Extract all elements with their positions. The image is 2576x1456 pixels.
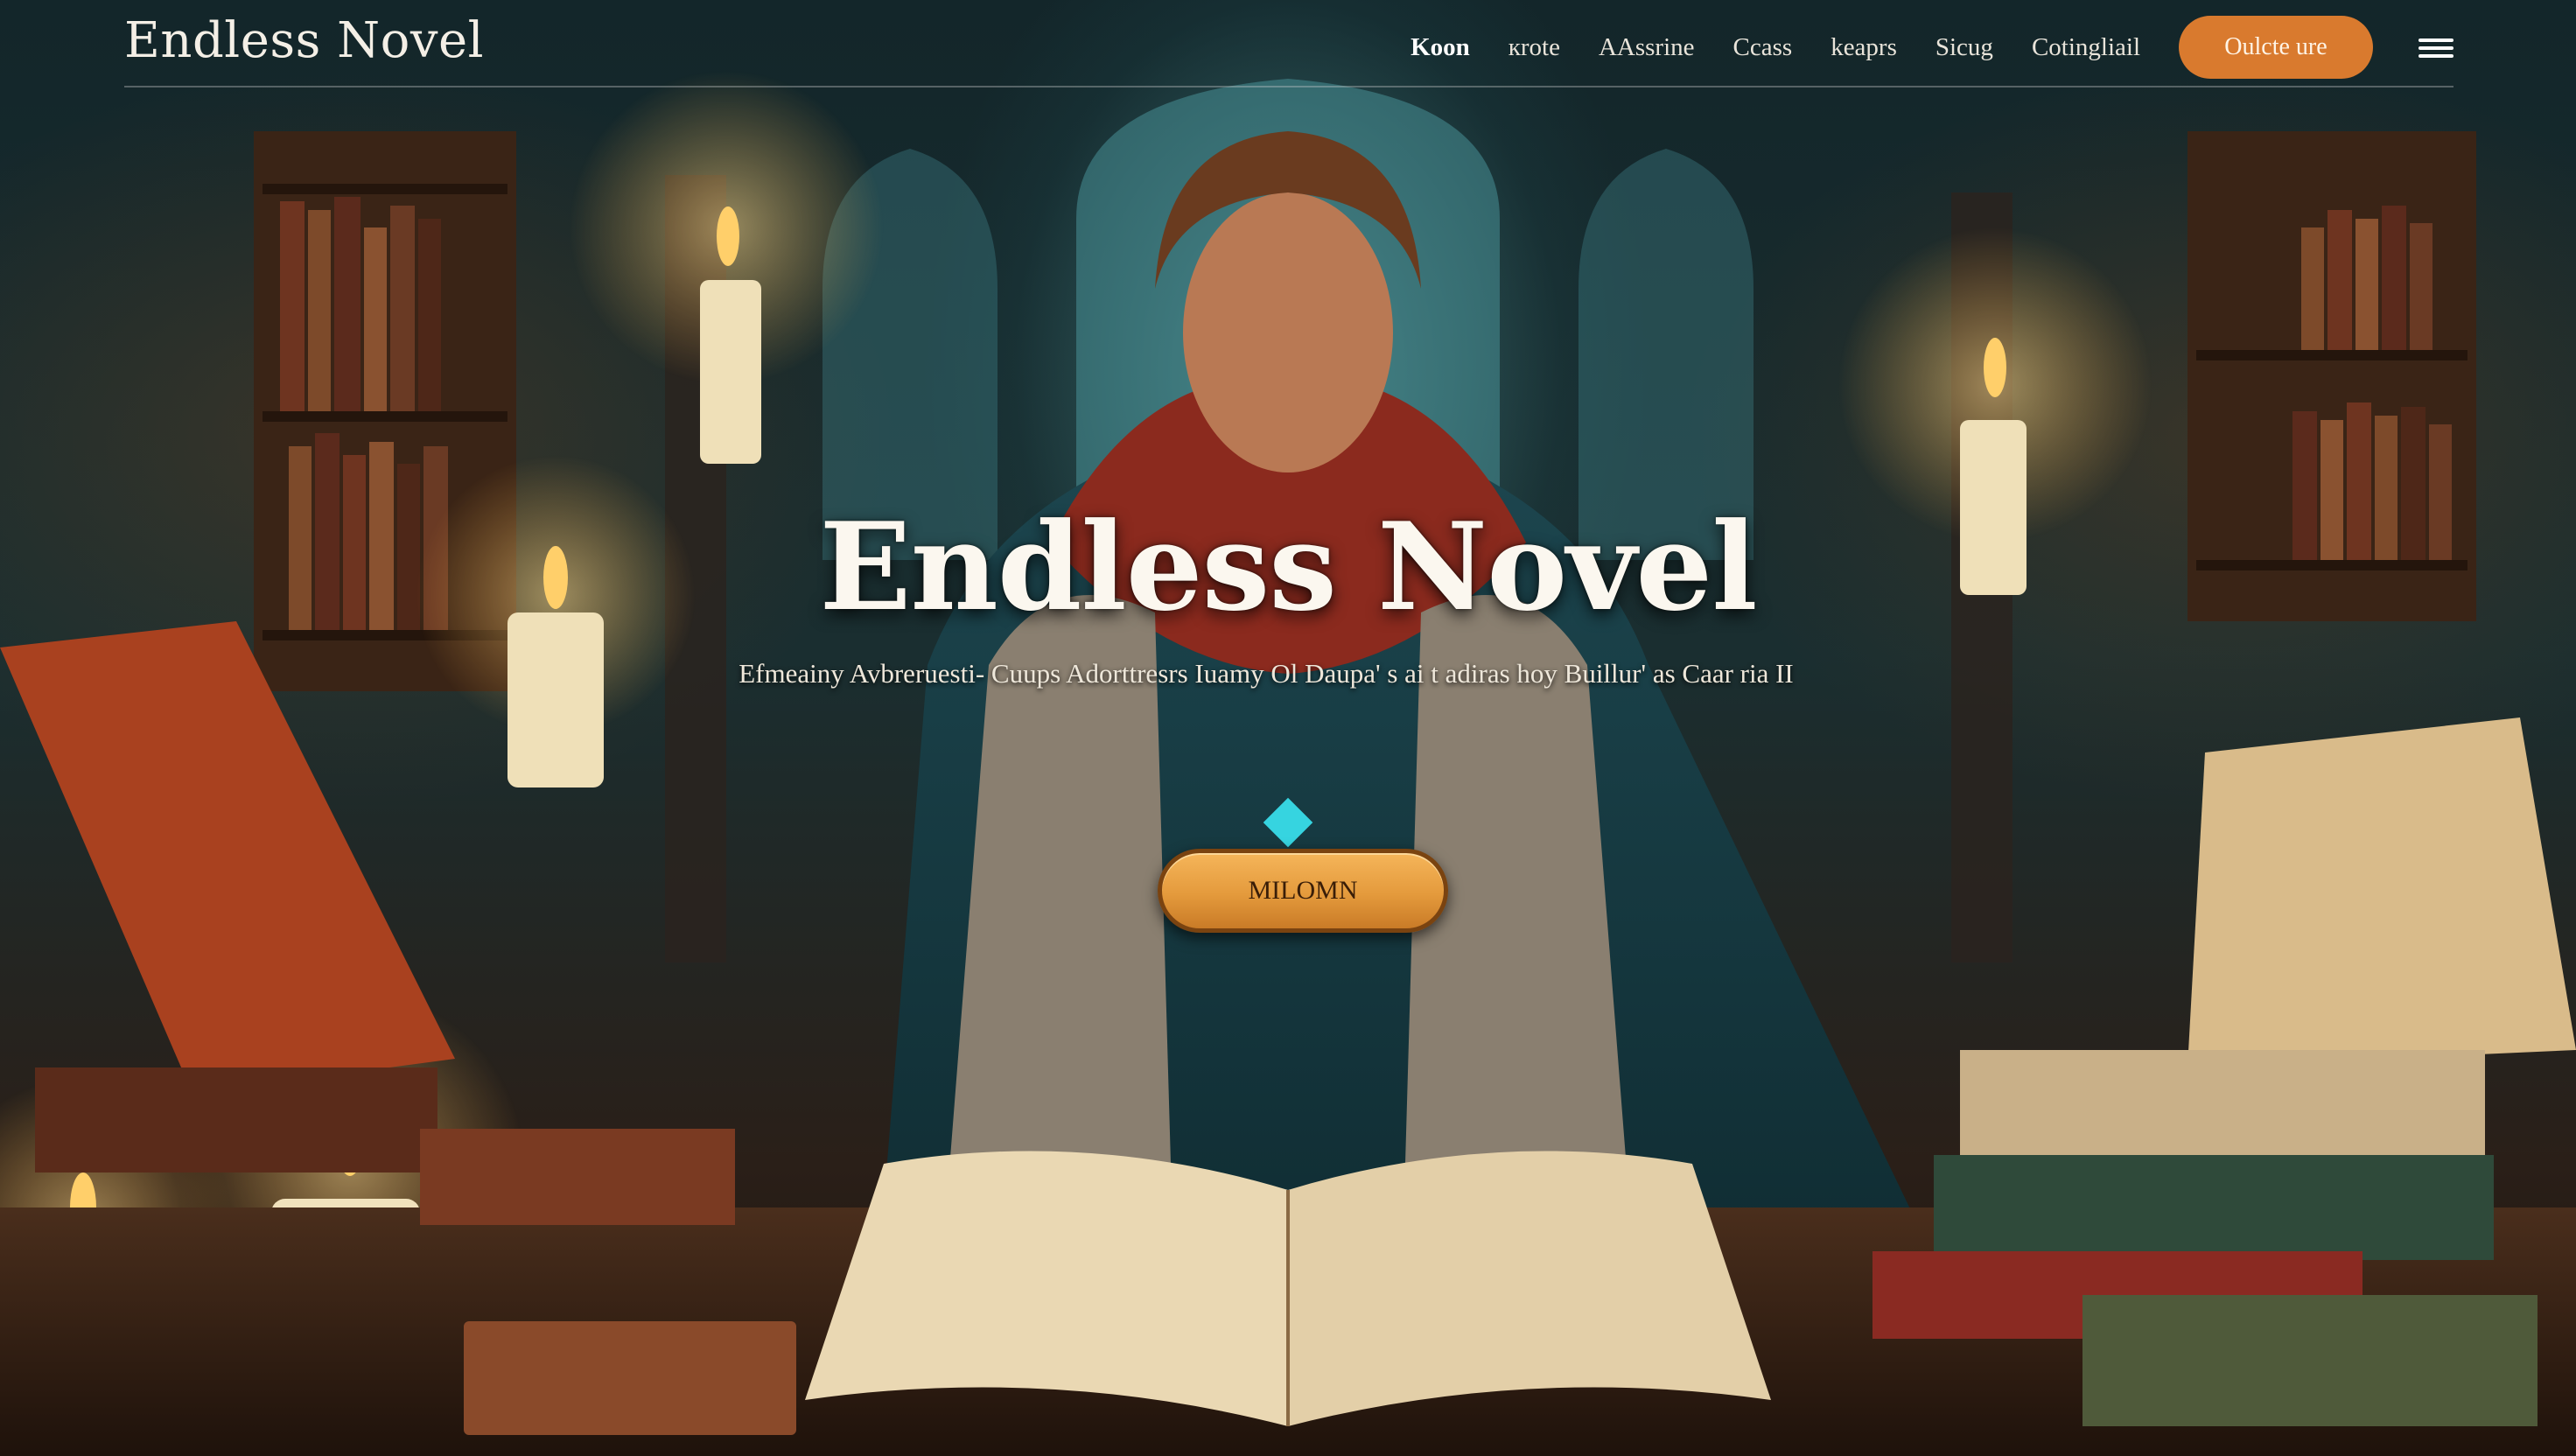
hero-subtitle: Efmeainy Avbreruesti- Cuups Adorttresrs … bbox=[738, 658, 1794, 689]
landing-page: Endless Novel Koon кrote AAssrine Ccass … bbox=[0, 0, 2576, 1456]
nav-item-sicug[interactable]: Sicug bbox=[1936, 33, 1993, 62]
hero-title: Endless Novel bbox=[819, 495, 1757, 638]
open-book bbox=[805, 1151, 1771, 1426]
nav-item-keaprs[interactable]: keaprs bbox=[1830, 33, 1897, 62]
site-header: Endless Novel Koon кrote AAssrine Ccass … bbox=[124, 0, 2454, 88]
hamburger-menu-icon[interactable] bbox=[2418, 35, 2454, 60]
nav-item-koon[interactable]: Koon bbox=[1410, 33, 1470, 62]
main-nav: Koon кrote AAssrine Ccass keaprs Sicug C… bbox=[1410, 16, 2454, 79]
hero-illustration bbox=[0, 70, 2576, 1456]
menu-line bbox=[2418, 38, 2454, 42]
hero-cta-button[interactable]: MILOMN bbox=[1158, 849, 1448, 933]
menu-line bbox=[2418, 54, 2454, 58]
header-cta-button[interactable]: Oulcte ure bbox=[2179, 16, 2373, 79]
nav-item-aassrine[interactable]: AAssrine bbox=[1599, 33, 1695, 62]
menu-line bbox=[2418, 46, 2454, 50]
brand-logo[interactable]: Endless Novel bbox=[124, 12, 484, 69]
nav-item-cotingliail[interactable]: Cotingliail bbox=[2032, 33, 2140, 62]
nav-item-krote[interactable]: кrote bbox=[1508, 33, 1560, 62]
nav-item-ccass[interactable]: Ccass bbox=[1733, 33, 1793, 62]
